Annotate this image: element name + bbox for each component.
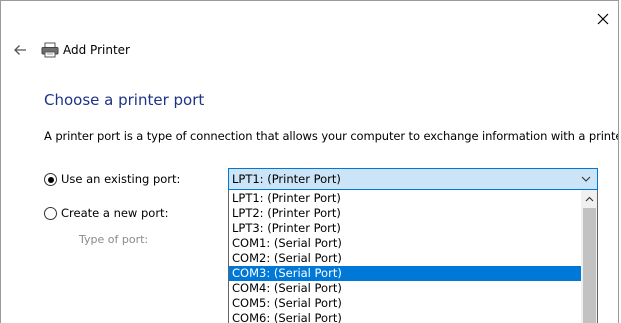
type-of-port-label: Type of port: bbox=[79, 233, 149, 246]
port-option[interactable]: COM4: (Serial Port) bbox=[229, 281, 581, 296]
existing-port-radio[interactable] bbox=[44, 173, 57, 186]
port-option[interactable]: LPT3: (Printer Port) bbox=[229, 221, 581, 236]
page-description: A printer port is a type of connection t… bbox=[44, 129, 619, 143]
port-list: LPT1: (Printer Port) LPT2: (Printer Port… bbox=[229, 191, 581, 323]
page-title: Choose a printer port bbox=[44, 91, 205, 109]
wizard-title: Add Printer bbox=[63, 43, 130, 57]
port-option[interactable]: LPT1: (Printer Port) bbox=[229, 191, 581, 206]
back-button[interactable] bbox=[9, 39, 31, 61]
port-option[interactable]: COM1: (Serial Port) bbox=[229, 236, 581, 251]
chevron-up-icon bbox=[585, 196, 594, 201]
scroll-up-button[interactable] bbox=[581, 190, 597, 207]
existing-port-select-value: LPT1: (Printer Port) bbox=[232, 172, 341, 186]
port-option[interactable]: COM6: (Serial Port) bbox=[229, 311, 581, 323]
dropdown-scrollbar[interactable] bbox=[581, 190, 597, 323]
scroll-thumb[interactable] bbox=[583, 208, 596, 323]
chevron-down-icon bbox=[579, 169, 593, 189]
printer-icon bbox=[41, 42, 59, 58]
add-printer-window: Add Printer Choose a printer port A prin… bbox=[0, 0, 619, 323]
port-option[interactable]: COM2: (Serial Port) bbox=[229, 251, 581, 266]
port-option[interactable]: COM5: (Serial Port) bbox=[229, 296, 581, 311]
existing-port-select[interactable]: LPT1: (Printer Port) bbox=[228, 168, 598, 190]
new-port-label: Create a new port: bbox=[61, 206, 169, 220]
back-arrow-icon bbox=[14, 45, 26, 55]
port-option-selected[interactable]: COM3: (Serial Port) bbox=[229, 266, 581, 281]
close-button[interactable] bbox=[588, 5, 618, 33]
existing-port-label: Use an existing port: bbox=[61, 172, 181, 186]
new-port-radio[interactable] bbox=[44, 207, 57, 220]
new-port-option[interactable]: Create a new port: bbox=[44, 206, 168, 221]
existing-port-option[interactable]: Use an existing port: bbox=[44, 172, 180, 187]
port-dropdown-list[interactable]: LPT1: (Printer Port) LPT2: (Printer Port… bbox=[228, 190, 598, 323]
port-option[interactable]: LPT2: (Printer Port) bbox=[229, 206, 581, 221]
close-icon bbox=[597, 13, 609, 25]
